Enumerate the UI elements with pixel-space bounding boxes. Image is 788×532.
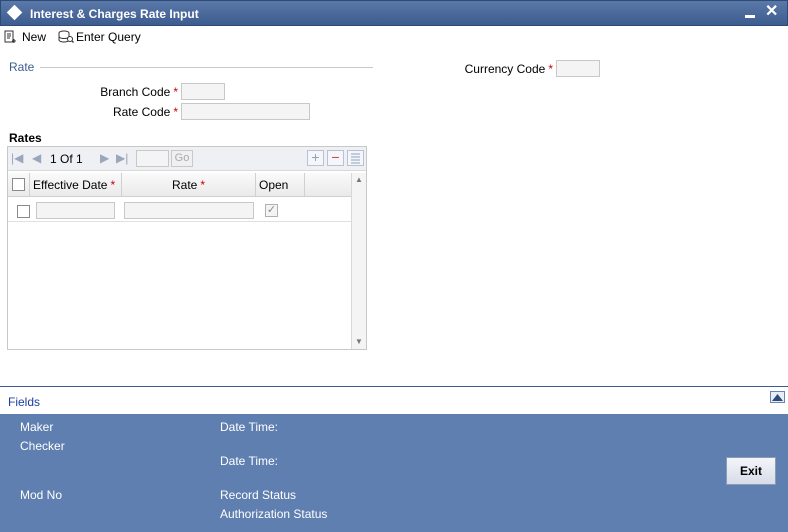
grid-header-row: Effective Date * Rate * Open	[8, 173, 351, 197]
checker-date-time-label: Date Time:	[220, 454, 279, 468]
toolbar: New Enter Query	[0, 26, 788, 48]
diamond-icon	[6, 4, 23, 21]
maker-label: Maker	[20, 420, 54, 434]
page-number-input[interactable]	[136, 150, 169, 167]
single-view-icon[interactable]	[347, 150, 364, 166]
grid-pagination-bar: |◀ ◀ 1 Of 1 ▶ ▶| Go + −	[8, 147, 366, 171]
rate-section-legend: Rate	[9, 60, 35, 74]
new-document-icon	[4, 30, 18, 44]
grid-scrollbar[interactable]: ▲ ▼	[351, 173, 366, 349]
next-page-icon[interactable]: ▶	[100, 151, 109, 165]
branch-code-label: Branch Code *	[100, 85, 178, 99]
checker-label: Checker	[20, 439, 65, 453]
collapse-up-icon[interactable]	[770, 391, 785, 403]
record-status-label: Record Status	[220, 488, 297, 502]
add-row-icon[interactable]: +	[307, 150, 324, 166]
query-database-icon	[58, 30, 74, 44]
table-row: ✓	[8, 198, 351, 222]
open-checkbox[interactable]: ✓	[265, 204, 278, 217]
fields-bar: Fields	[0, 386, 788, 414]
minimize-icon[interactable]	[745, 15, 755, 18]
fields-link[interactable]: Fields	[8, 395, 40, 409]
rates-grid: |◀ ◀ 1 Of 1 ▶ ▶| Go + − Effective Date * …	[7, 146, 367, 350]
go-button[interactable]: Go	[171, 150, 193, 167]
select-all-checkbox[interactable]	[12, 178, 25, 191]
last-page-icon[interactable]: ▶|	[116, 151, 128, 165]
enter-query-label: Enter Query	[76, 30, 141, 44]
close-icon[interactable]: ✕	[765, 3, 778, 21]
first-page-icon[interactable]: |◀	[11, 151, 23, 165]
row-select-checkbox[interactable]	[17, 205, 30, 218]
branch-code-input[interactable]	[181, 83, 225, 100]
column-header-open[interactable]: Open	[256, 173, 305, 197]
rates-grid-title: Rates	[9, 131, 42, 145]
currency-code-label: Currency Code *	[464, 62, 553, 76]
delete-row-icon[interactable]: −	[327, 150, 344, 166]
exit-button[interactable]: Exit	[726, 457, 776, 485]
new-button-label: New	[22, 30, 47, 44]
enter-query-button[interactable]: Enter Query	[58, 28, 141, 46]
mod-no-label: Mod No	[20, 488, 63, 502]
maker-date-time-label: Date Time:	[220, 420, 279, 434]
new-button[interactable]: New	[4, 28, 46, 46]
window-title-bar: Interest & Charges Rate Input ✕	[0, 0, 788, 26]
rate-code-input[interactable]	[181, 103, 310, 120]
page-indicator: 1 Of 1	[50, 152, 83, 166]
window-title: Interest & Charges Rate Input	[30, 7, 199, 21]
rate-input[interactable]	[124, 202, 254, 219]
authorization-status-label: Authorization Status	[220, 507, 328, 521]
effective-date-input[interactable]	[36, 202, 115, 219]
rate-code-label: Rate Code *	[112, 105, 178, 119]
column-header-effective-date[interactable]: Effective Date *	[30, 173, 122, 197]
column-header-rate[interactable]: Rate *	[122, 173, 256, 197]
scroll-down-icon[interactable]: ▼	[355, 337, 363, 346]
scroll-up-icon[interactable]: ▲	[355, 175, 363, 184]
rate-section-divider	[40, 67, 373, 68]
select-all-cell	[8, 173, 30, 197]
previous-page-icon[interactable]: ◀	[32, 151, 41, 165]
currency-code-input[interactable]	[556, 60, 600, 77]
